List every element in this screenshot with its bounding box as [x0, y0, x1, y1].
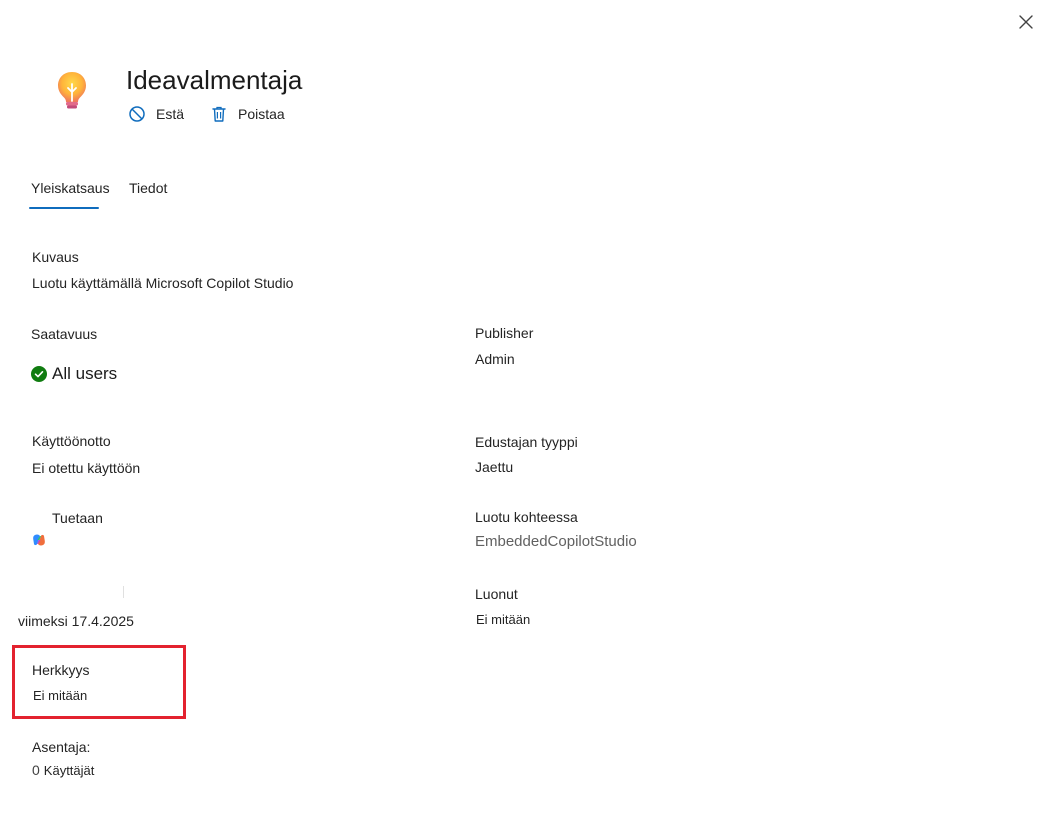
app-title: Ideavalmentaja: [126, 65, 303, 95]
checkmark-circle-icon: [31, 366, 47, 382]
deployment-value: Ei otettu käyttöön: [32, 460, 141, 476]
close-icon: [1019, 15, 1033, 29]
tab-selected-indicator: [29, 207, 99, 209]
block-button-label: Estä: [156, 106, 185, 122]
trash-icon: [212, 106, 226, 122]
installer-label: Asentaja:: [32, 739, 91, 755]
availability-text: All users: [52, 364, 118, 383]
tab-overview[interactable]: Yleiskatsaus: [31, 178, 110, 198]
copilot-logo-icon: [33, 534, 45, 546]
publisher-label: Publisher: [475, 325, 534, 341]
last-updated-value: viimeksi 17.4.2025: [18, 613, 134, 629]
deployment-label: Käyttöönotto: [32, 433, 111, 449]
sensitivity-highlight-box: [12, 645, 186, 719]
installer-count: 0: [32, 762, 40, 778]
sensitivity-label: Herkkyys: [32, 662, 90, 678]
description-value: Luotu käyttämällä Microsoft Copilot Stud…: [32, 275, 294, 291]
created-in-label: Luotu kohteessa: [475, 509, 578, 525]
delete-button[interactable]: Poistaa: [210, 102, 285, 126]
created-by-label: Luonut: [475, 586, 518, 602]
publisher-value: Admin: [475, 351, 515, 367]
agent-type-value: Jaettu: [475, 459, 514, 475]
tab-details[interactable]: Tiedot: [129, 178, 167, 198]
lightbulb-icon: [58, 72, 86, 109]
block-icon: [129, 106, 145, 122]
divider: [123, 586, 124, 598]
availability-label: Saatavuus: [31, 326, 98, 342]
block-button[interactable]: Estä: [128, 102, 184, 126]
created-in-value: EmbeddedCopilotStudio: [475, 533, 637, 550]
close-button[interactable]: [1012, 8, 1040, 36]
app-icon: [50, 68, 94, 112]
sensitivity-value: Ei mitään: [33, 688, 88, 703]
agent-type-label: Edustajan tyyppi: [475, 434, 578, 450]
created-by-value: Ei mitään: [476, 612, 531, 627]
supported-label: Tuetaan: [52, 510, 103, 526]
installer-value: 0 Käyttäjät: [32, 762, 94, 778]
delete-button-label: Poistaa: [238, 106, 285, 122]
installer-unit: Käyttäjät: [43, 763, 95, 778]
description-label: Kuvaus: [32, 249, 79, 265]
availability-value: All users: [31, 364, 117, 384]
supported-host: [32, 533, 46, 547]
